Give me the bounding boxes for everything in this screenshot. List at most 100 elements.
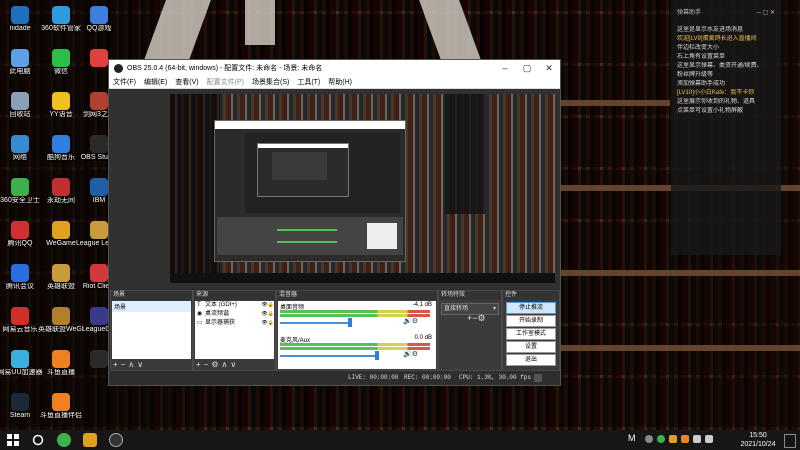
stream-health-indicator: [534, 374, 542, 382]
source-name: 桌流频谐: [205, 311, 230, 317]
volume-meter: [280, 343, 430, 346]
obs-window-title: OBS 25.0.4 (64-bit, windows) - 配置文件: 未命名…: [127, 65, 323, 72]
source-item[interactable]: ▭ 显示器捕获 👁🔒: [195, 319, 274, 328]
desktop-icon[interactable]: 网易云音乐: [0, 307, 43, 334]
volume-meter: [280, 310, 430, 313]
control-button[interactable]: 工作室模式: [506, 328, 556, 340]
cpu-fps-readout: CPU: 1.3%, 30.00 fps: [459, 374, 532, 381]
desktop-icon[interactable]: 360安全卫士: [0, 178, 43, 205]
search-circle-icon: [32, 434, 44, 446]
app-icon: [90, 92, 108, 110]
chat-message: 右上角有设置菜单: [677, 54, 726, 60]
start-button[interactable]: [6, 433, 20, 447]
system-tray-icons[interactable]: [645, 435, 720, 445]
source-name: 文本 (GDI+): [205, 302, 237, 308]
menu-item[interactable]: 编辑(E): [140, 77, 171, 87]
desktop-icon[interactable]: 斗鱼直播伴侣: [38, 393, 84, 420]
live-timer: LIVE: 00:00:00: [348, 374, 399, 381]
desktop-icon[interactable]: Steam: [0, 393, 43, 420]
taskbar-douyu-app[interactable]: [83, 433, 97, 447]
menu-item[interactable]: 配置文件(P): [203, 77, 248, 87]
clock-time: 15:50: [749, 432, 767, 439]
desktop-icon-label: 此电脑: [9, 68, 31, 75]
notification-icon[interactable]: [784, 434, 796, 448]
control-button[interactable]: 停止推流: [506, 302, 556, 314]
volume-fader-knob[interactable]: [375, 351, 379, 360]
chat-message: 欢迎[LV9]蛋黄鸽长进入直播间: [677, 36, 757, 42]
chat-header-title: 弹幕助手: [677, 9, 702, 16]
search-button[interactable]: [31, 433, 45, 447]
close-button[interactable]: ✕: [538, 63, 560, 74]
app-icon: [90, 135, 108, 153]
control-button[interactable]: 开始录制: [506, 315, 556, 327]
stream-preview[interactable]: [170, 94, 555, 283]
mixer-channel: 桌面音频 -4.1 dB 🔊⚙: [278, 301, 436, 331]
channel-db-readout: -4.1 dB: [412, 302, 432, 308]
visibility-lock-icon[interactable]: 👁🔒: [261, 310, 274, 319]
preview-area: [109, 89, 560, 289]
menu-item[interactable]: 帮助(H): [324, 77, 356, 87]
app-icon: [52, 393, 70, 411]
desktop-icon-label: 回收站: [9, 111, 31, 118]
control-button[interactable]: 退出: [506, 354, 556, 366]
chat-window-controls[interactable]: ─ ▢ ✕: [757, 9, 775, 18]
desktop-icon[interactable]: 网易UU加速器: [0, 350, 43, 377]
app-icon: [11, 92, 29, 110]
taskbar-obs-app[interactable]: [109, 433, 123, 447]
clock[interactable]: 15:50 2021/10/24: [738, 431, 778, 449]
desktop-icon[interactable]: 此电脑: [0, 49, 43, 76]
app-icon: [52, 221, 70, 239]
desktop-icon[interactable]: 腾讯会议: [0, 264, 43, 291]
volume-fader[interactable]: [280, 322, 349, 324]
app-icon: [11, 49, 29, 67]
audio-mixer-dock: 混音器 桌面音频 -4.1 dB 🔊⚙ 麦克风/Aux 0.0 dB 🔊⚙: [276, 290, 438, 371]
desktop-icon-label: 网络: [13, 154, 27, 161]
obs-titlebar[interactable]: OBS 25.0.4 (64-bit, windows) - 配置文件: 未命名…: [109, 60, 560, 76]
transitions-toolbar[interactable]: +−⚙: [467, 313, 486, 324]
desktop-icon[interactable]: 回收站: [0, 92, 43, 119]
menu-item[interactable]: 工具(T): [293, 77, 324, 87]
menu-item[interactable]: 场景集合(S): [248, 77, 293, 87]
sources-dock: 来源 T 文本 (GDI+) 👁🔒 ◉ 桌流频谐 👁🔒 ▭ 显示器捕获 👁🔒 +−⚙∧∨: [193, 290, 276, 371]
desktop-icon[interactable]: 腾讯QQ: [0, 221, 43, 248]
source-item[interactable]: ◉ 桌流频谐 👁🔒: [195, 310, 274, 319]
obs-window[interactable]: OBS 25.0.4 (64-bit, windows) - 配置文件: 未命名…: [108, 59, 561, 386]
sources-toolbar[interactable]: +−⚙∧∨: [196, 360, 239, 369]
visibility-lock-icon[interactable]: 👁🔒: [261, 319, 274, 328]
taskbar: M 15:50 2021/10/24: [0, 430, 800, 450]
source-name: 显示器捕获: [205, 320, 236, 326]
ime-indicator[interactable]: M: [628, 433, 636, 443]
scenes-toolbar[interactable]: +−∧∨: [113, 360, 146, 369]
menu-item[interactable]: 文件(F): [109, 77, 140, 87]
app-icon: [11, 350, 29, 368]
maximize-button[interactable]: ▢: [516, 63, 538, 74]
danmaku-chat-panel[interactable]: 弹幕助手 ─ ▢ ✕ 这里是显示水友进场消息 欢迎[LV9]蛋黄鸽长进入直播间 伴边…: [671, 0, 781, 255]
source-item[interactable]: T 文本 (GDI+) 👁🔒: [195, 301, 274, 310]
controls-dock: 控件 停止推流 开始录制 工作室模式 设置 退出: [502, 290, 560, 371]
app-icon: [90, 6, 108, 24]
volume-fader[interactable]: [280, 355, 375, 357]
source-type-icon: T: [197, 302, 201, 308]
control-button[interactable]: 设置: [506, 341, 556, 353]
menu-item[interactable]: 查看(V): [171, 77, 202, 87]
desktop-icon[interactable]: nidade: [0, 6, 43, 33]
visibility-lock-icon[interactable]: 👁🔒: [261, 301, 274, 310]
app-icon: [11, 264, 29, 282]
volume-fader-knob[interactable]: [348, 318, 353, 327]
app-icon: [52, 264, 70, 282]
chat-message: 点菜单可设置小礼物屏蔽: [677, 108, 744, 114]
chat-message: [LV10]小小白Kafe：我不卡你: [677, 90, 755, 96]
chevron-down-icon: ▾: [492, 306, 496, 312]
mute-settings-icon[interactable]: 🔊⚙: [403, 317, 418, 325]
desktop-icon[interactable]: QQ游戏: [76, 6, 122, 33]
app-icon: [52, 350, 70, 368]
scene-list-item[interactable]: 场景: [112, 301, 191, 312]
mute-settings-icon[interactable]: 🔊⚙: [403, 350, 418, 358]
taskbar-360-app[interactable]: [57, 433, 71, 447]
desktop-icon-label: 斗鱼直播: [47, 369, 75, 376]
obs-menubar: 文件(F) 编辑(E) 查看(V) 配置文件(P) 场景集合(S) 工具(T) 帮助(H): [109, 76, 560, 89]
desktop-icon[interactable]: 网络: [0, 135, 43, 162]
minimize-button[interactable]: –: [494, 63, 516, 73]
desktop-icon-label: 网易云音乐: [2, 326, 38, 333]
chat-message: 这里是显示水友进场消息: [677, 27, 744, 33]
